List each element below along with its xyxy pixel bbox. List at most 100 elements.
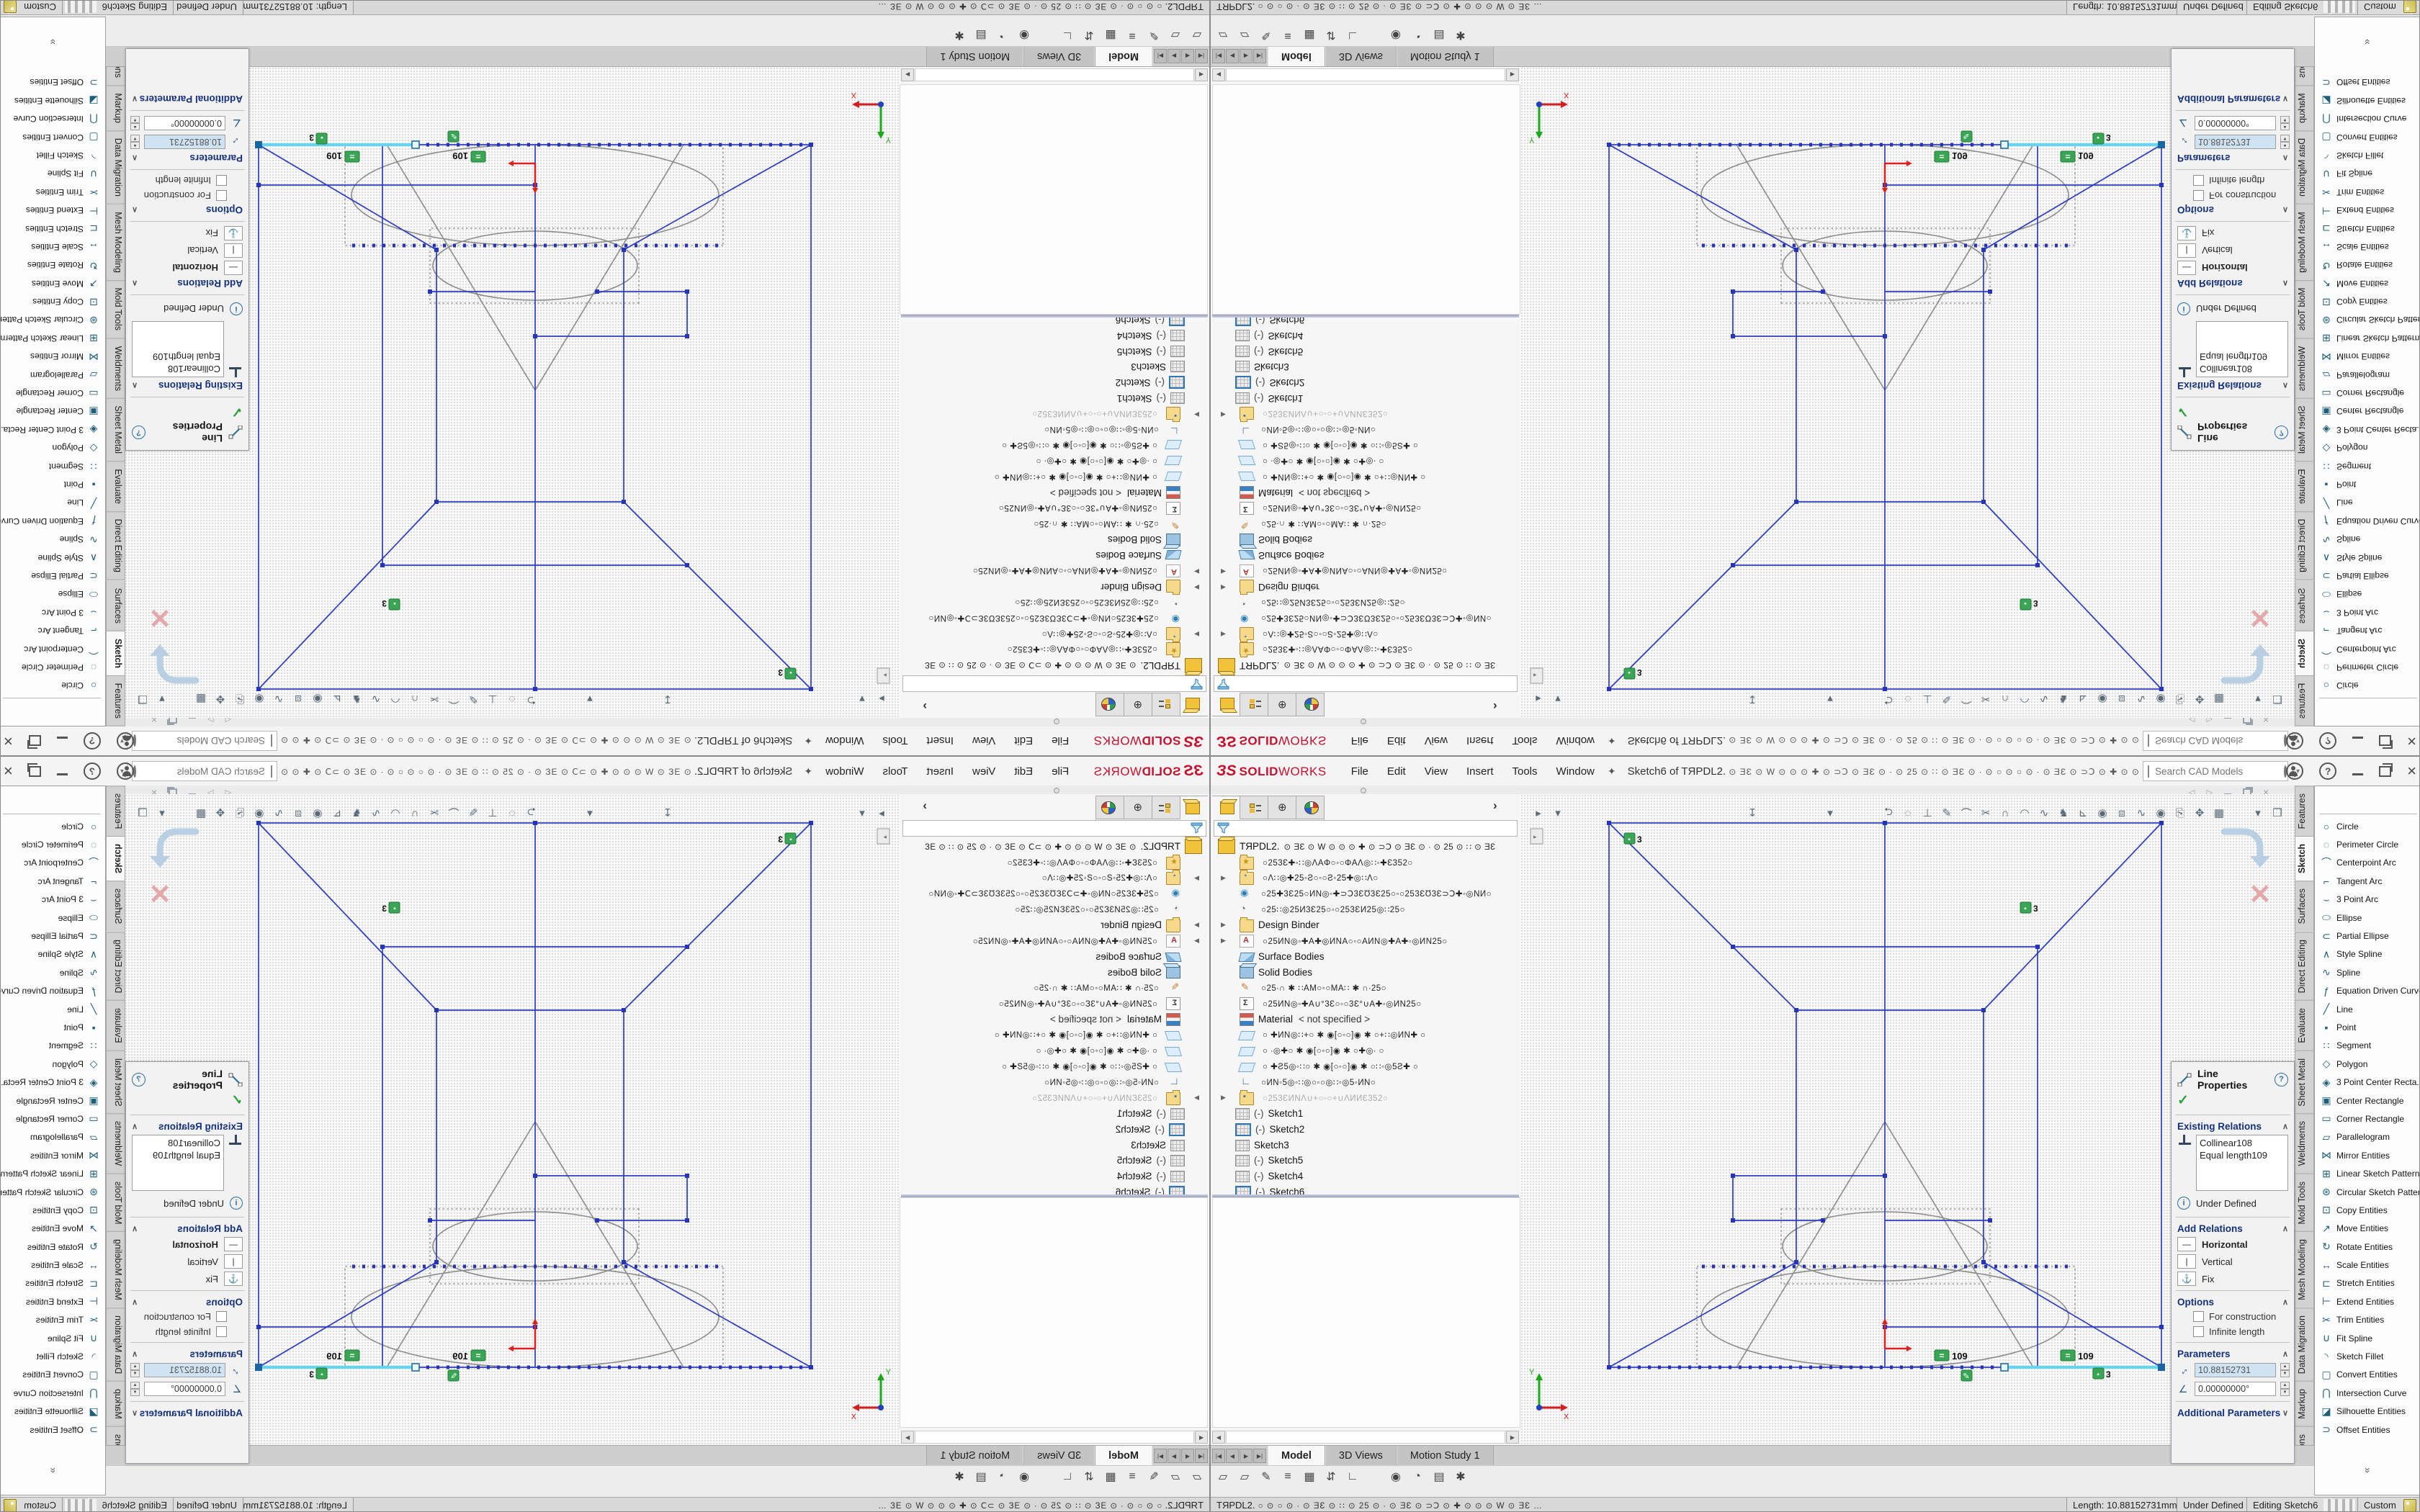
tree-item[interactable]: ▶ ○25∙∩ ✱ ∷AM○◦○MA∷ ✱ ∩∙25○	[1211, 980, 1520, 996]
sketch-tool-item[interactable]: ╱ Line	[0, 1000, 105, 1018]
line-endpoint-handle[interactable]	[2001, 1364, 2008, 1371]
tree-item[interactable]: ▶ Solid Bodies	[900, 964, 1209, 980]
command-tab[interactable]: Sketch	[106, 631, 125, 676]
sketch-tool-item[interactable]: ⌣ 3 Point Arc	[2315, 603, 2420, 621]
add-relation-button[interactable]: | Vertical	[126, 242, 248, 259]
scrollbar-track[interactable]	[1226, 1431, 1505, 1444]
tree-item[interactable]: ▶ (-) Sketch1	[900, 391, 1209, 407]
sketch-tool-item[interactable]: ▪ Point	[0, 1018, 105, 1036]
sketch-tool-item[interactable]: ∷ Segment	[2315, 457, 2420, 475]
expand-arrow-icon[interactable]: ▶	[1221, 921, 1226, 929]
sketch-tool-item[interactable]: ⌒ Centerpoint Arc	[2315, 854, 2420, 872]
motion-toolbar-icon[interactable]: ▱	[1214, 27, 1232, 44]
menu-item[interactable]: Insert	[1466, 735, 1494, 747]
motion-toolbar-icon[interactable]: ▦	[1300, 27, 1319, 44]
restore-button[interactable]	[2379, 736, 2391, 747]
command-tab[interactable]: Weldments	[106, 338, 125, 398]
sketch-tool-item[interactable]: ∿ Spline	[0, 963, 105, 981]
parameter-spinner[interactable]: ▲▼	[2280, 1382, 2290, 1396]
tree-item[interactable]: ▶ ○25ИN◎◦✚A∪°3Ɛ○◦○3Ɛ°∪A✚◦◎ИN25○	[1211, 500, 1520, 516]
feature-manager-tab[interactable]	[1212, 693, 1240, 716]
sketch-tool-item[interactable]: ∪ Fit Spline	[2315, 1329, 2420, 1347]
sketch-tool-item[interactable]: ⊛ Circular Sketch Pattern	[2315, 311, 2420, 329]
tree-item[interactable]: ▶ (-) Sketch2	[1211, 375, 1520, 391]
section-existing-relations[interactable]: Existing Relations∧	[126, 1118, 248, 1133]
add-relation-button[interactable]: | Vertical	[126, 1253, 248, 1270]
equal-relation-badge[interactable]: = 109	[452, 1350, 485, 1362]
tree-item[interactable]: ▶ ○25∷◎25И3Ɛ25○◦○253ƐИ25◎∷25○	[1211, 595, 1520, 611]
tree-item[interactable]: ▶ ○Λ∷◎✚25◦Ƨ○◦○Ƨ◦25✚◎∷Λ○	[900, 626, 1209, 642]
sketch-tool-item[interactable]: ✂ Trim Entities	[0, 183, 105, 201]
command-tab[interactable]: Surfaces	[106, 881, 125, 931]
tree-item[interactable]: ▶ (-) Sketch4	[1211, 1169, 1520, 1184]
account-icon[interactable]	[2286, 732, 2303, 750]
section-existing-relations[interactable]: Existing Relations∧	[126, 379, 248, 394]
parameter-value[interactable]: 0.00000000°	[144, 116, 225, 130]
motion-toolbar-icon[interactable]: ▤	[1430, 1468, 1448, 1485]
document-tab[interactable]: Model	[1095, 1446, 1152, 1466]
checkbox[interactable]	[2193, 190, 2204, 201]
sketch-tool-item[interactable]: ⊞ Linear Sketch Pattern	[0, 1164, 105, 1182]
command-tab[interactable]: Weldments	[106, 1113, 125, 1173]
sketch-lines[interactable]	[259, 145, 811, 689]
feature-manager-tab[interactable]	[1124, 796, 1152, 819]
command-tab[interactable]: Markup	[2295, 1381, 2314, 1426]
account-icon[interactable]	[117, 732, 134, 750]
motion-toolbar-icon[interactable]: ▱	[1188, 1468, 1206, 1485]
feature-manager-splitter[interactable]	[901, 315, 1208, 318]
option-checkbox[interactable]: Infinite length	[2172, 1324, 2294, 1339]
close-button[interactable]: ×	[2407, 734, 2416, 748]
sketch-tool-item[interactable]: ○ Circle	[2315, 817, 2420, 835]
tree-item[interactable]: ▶ Material < not specified >	[900, 1012, 1209, 1027]
document-tab[interactable]: Motion Study 1	[1397, 46, 1494, 66]
search-box[interactable]: ▾	[2143, 731, 2288, 751]
sketch-tool-item[interactable]: ◇ Polygon	[0, 1055, 105, 1073]
add-relation-button[interactable]: — Horizontal	[2172, 259, 2294, 276]
tree-item[interactable]: ▶ Design Binder	[1211, 917, 1520, 933]
command-tab[interactable]: Mesh Modeling	[2295, 204, 2314, 281]
edit-badge[interactable]: ✎	[448, 131, 459, 142]
motion-toolbar-icon[interactable]: ▱	[1235, 27, 1254, 44]
command-tab[interactable]: Weldments	[2295, 338, 2314, 398]
menu-item[interactable]: Tools	[1512, 765, 1538, 778]
motion-toolbar-icon[interactable]: ◔	[1408, 27, 1427, 44]
search-box[interactable]: ▾	[132, 731, 277, 751]
tab-scroll-icon[interactable]: ◀	[1226, 49, 1239, 63]
minimize-button[interactable]	[57, 737, 68, 739]
command-tab[interactable]: Surfaces	[2295, 881, 2314, 931]
option-checkbox[interactable]: For construction	[2172, 188, 2294, 203]
command-tab[interactable]: Mesh Modeling	[106, 1231, 125, 1308]
tree-item[interactable]: ▶ ○Λ∷◎✚25◦Ƨ○◦○Ƨ◦25✚◎∷Λ○	[1211, 870, 1520, 886]
motion-toolbar-icon[interactable]: ▱	[1235, 1468, 1254, 1485]
tree-item[interactable]: ▶ ○ИN◦5◎◦∷◎○◦○◎∷◦◎5◦ИN○	[1211, 1074, 1520, 1090]
motion-toolbar-icon[interactable]: ✎	[1144, 27, 1163, 44]
scroll-left-icon[interactable]: ◀	[1212, 68, 1225, 81]
document-tab[interactable]: 3D Views	[1325, 46, 1397, 66]
sketch-tool-item[interactable]: ⬭ Ellipse	[2315, 909, 2420, 927]
equal-relation-badge[interactable]: = 109	[2061, 1350, 2094, 1362]
document-tab[interactable]: Motion Study 1	[926, 46, 1023, 66]
sketch-tool-item[interactable]: ⌣ 3 Point Arc	[0, 891, 105, 909]
sketch-tool-item[interactable]: ◝ Sketch Fillet	[2315, 146, 2420, 164]
add-relation-button[interactable]: — Horizontal	[2172, 1236, 2294, 1253]
option-checkbox[interactable]: Infinite length	[126, 1324, 248, 1339]
checkbox[interactable]	[216, 1326, 227, 1337]
tree-item[interactable]: ▶ Material < not specified >	[900, 485, 1209, 500]
checkbox[interactable]	[2193, 175, 2204, 186]
sketch-tool-item[interactable]: ↗ Move Entities	[0, 1220, 105, 1238]
sketch-tool-item[interactable]: ⊞ Linear Sketch Pattern	[2315, 1164, 2420, 1182]
sketch-tool-item[interactable]: ⊢ Extend Entities	[0, 1292, 105, 1310]
feature-manager-tab[interactable]	[1296, 796, 1325, 819]
command-tab[interactable]: Evaluate	[2295, 462, 2314, 512]
tree-item[interactable]: ▶ ○253Ɛ✚◦∷◎ΛAΦ○◦○ΦAΛ◎∷◦✚Ɛ352○	[900, 855, 1209, 870]
sketch-tool-item[interactable]: ⊛ Circular Sketch Pattern	[2315, 1183, 2420, 1201]
tree-item[interactable]: ▶ TЯPDL2. ⊙ ƎƐ ⊙ W ⊙ ⊙ ⊙ ✚ ⊙ ⊃Ↄ ⊙ ƎƐ ⊙ ∙…	[900, 839, 1209, 855]
checkbox[interactable]	[216, 190, 227, 201]
sketch-tool-item[interactable]: ∪ Fit Spline	[0, 165, 105, 183]
parameter-value[interactable]: 10.88152731	[144, 135, 225, 149]
relation-entry[interactable]: Collinear108	[135, 1137, 220, 1149]
line-endpoint-handle[interactable]	[2158, 141, 2165, 148]
collapse-icon[interactable]: ∧	[132, 1122, 138, 1131]
help-icon[interactable]: ?	[132, 1073, 145, 1086]
relation-entry[interactable]: Collinear108	[2200, 1137, 2285, 1149]
